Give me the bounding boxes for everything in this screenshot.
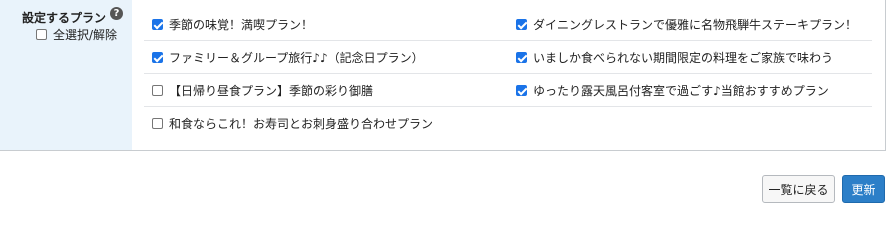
select-all-label: 全選択/解除 xyxy=(53,28,118,42)
plan-option[interactable]: 和食ならこれ！お寿司とお刺身盛り合わせプラン xyxy=(152,115,433,132)
plan-filter-label-column: 設定するプラン ? 全選択/解除 xyxy=(0,0,132,150)
plan-option[interactable]: いましか食べられない期間限定の料理をご家族で味わう xyxy=(516,49,833,66)
plan-checkbox[interactable] xyxy=(516,19,527,30)
plan-label: ゆったり露天風呂付客室で過ごす♪当館おすすめプラン xyxy=(533,84,829,98)
plan-filter-title: 設定するプラン xyxy=(22,11,107,25)
plan-label: 和食ならこれ！お寿司とお刺身盛り合わせプラン xyxy=(169,117,434,131)
plan-checkbox[interactable] xyxy=(152,85,163,96)
plan-label: ファミリー＆グループ旅行♪♪（記念日プラン） xyxy=(169,51,424,65)
help-icon[interactable]: ? xyxy=(110,7,123,20)
plan-label: 【日帰り昼食プラン】季節の彩り御膳 xyxy=(169,84,374,98)
plan-options-list: 季節の味覚！満喫プラン！ ダイニングレストランで優雅に名物飛騨牛ステーキプラン！… xyxy=(144,8,872,140)
plan-label: いましか食べられない期間限定の料理をご家族で味わう xyxy=(533,51,834,65)
plan-option[interactable]: ダイニングレストランで優雅に名物飛騨牛ステーキプラン！ xyxy=(516,16,857,33)
plan-checkbox[interactable] xyxy=(152,19,163,30)
plan-row: 【日帰り昼食プラン】季節の彩り御膳 ゆったり露天風呂付客室で過ごす♪当館おすすめ… xyxy=(144,74,872,107)
plan-row: 季節の味覚！満喫プラン！ ダイニングレストランで優雅に名物飛騨牛ステーキプラン！ xyxy=(144,8,872,41)
plan-checkbox[interactable] xyxy=(516,85,527,96)
plan-checkbox[interactable] xyxy=(152,52,163,63)
select-all-toggle[interactable]: 全選択/解除 xyxy=(36,26,117,43)
plan-option[interactable]: 【日帰り昼食プラン】季節の彩り御膳 xyxy=(152,82,373,99)
plan-row: ファミリー＆グループ旅行♪♪（記念日プラン） いましか食べられない期間限定の料理… xyxy=(144,41,872,74)
plan-option[interactable]: ゆったり露天風呂付客室で過ごす♪当館おすすめプラン xyxy=(516,82,829,99)
update-button[interactable]: 更新 xyxy=(842,175,885,203)
plan-checkbox[interactable] xyxy=(152,118,163,129)
plan-option[interactable]: ファミリー＆グループ旅行♪♪（記念日プラン） xyxy=(152,49,424,66)
plan-checkbox[interactable] xyxy=(516,52,527,63)
plan-row: 和食ならこれ！お寿司とお刺身盛り合わせプラン xyxy=(144,107,872,140)
plan-filter-panel: 設定するプラン ? 全選択/解除 季節の味覚！満喫プラン！ ダイニングレストラン… xyxy=(0,0,886,151)
plan-option[interactable]: 季節の味覚！満喫プラン！ xyxy=(152,16,313,33)
plan-label: 季節の味覚！満喫プラン！ xyxy=(169,18,314,32)
back-to-list-button[interactable]: 一覧に戻る xyxy=(762,175,835,203)
plan-label: ダイニングレストランで優雅に名物飛騨牛ステーキプラン！ xyxy=(533,18,858,32)
select-all-checkbox[interactable] xyxy=(36,29,47,40)
